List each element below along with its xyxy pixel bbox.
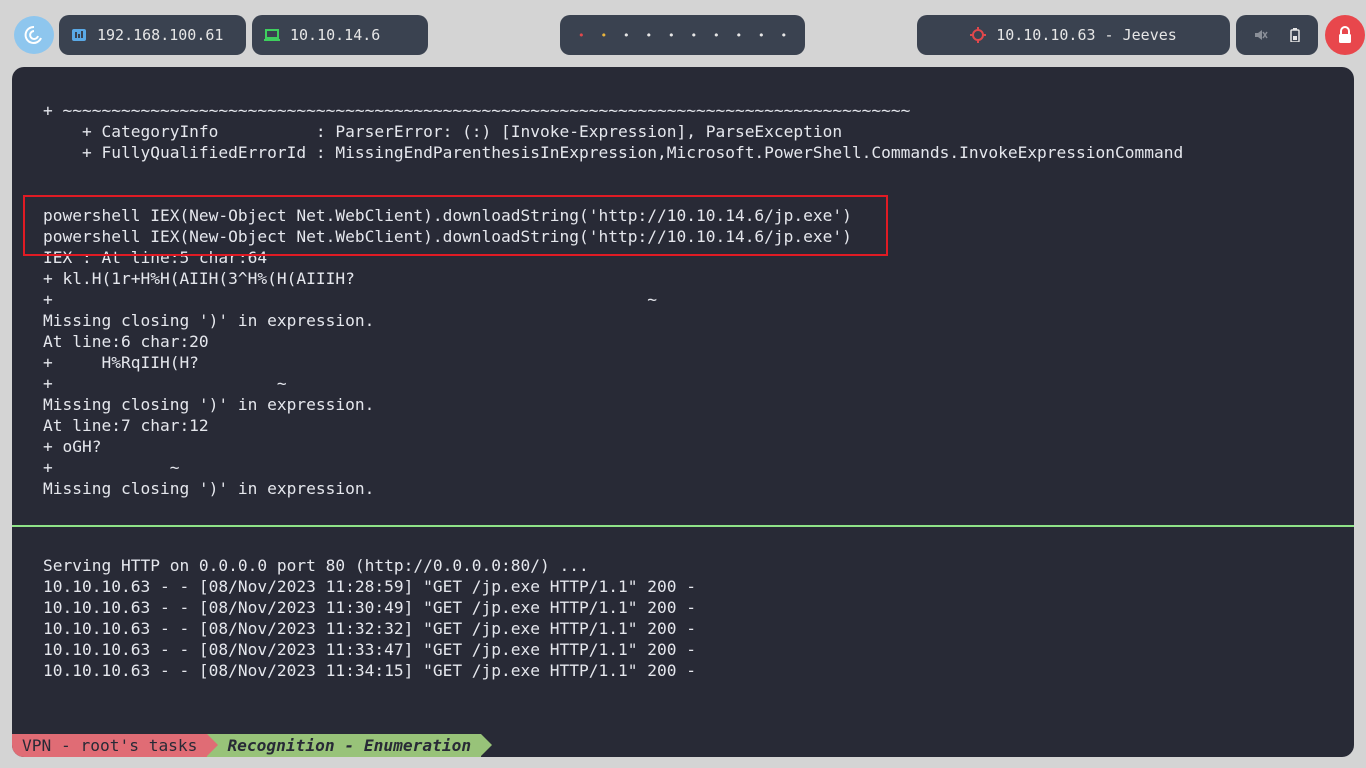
vpn-ip-widget[interactable]: 10.10.14.6 (252, 15, 428, 55)
terminal-line: 10.10.10.63 - - [08/Nov/2023 11:32:32] "… (43, 619, 696, 638)
laptop-icon (264, 29, 280, 41)
terminal-line: 10.10.10.63 - - [08/Nov/2023 11:30:49] "… (43, 598, 696, 617)
workspace-5[interactable]: • (660, 29, 683, 42)
terminal-line: Missing closing ')' in expression. (43, 395, 375, 414)
host-ip-widget[interactable]: 192.168.100.61 (59, 15, 246, 55)
terminal-line: + oGH? (43, 437, 102, 456)
workspace-4[interactable]: • (638, 29, 661, 42)
terminal-line: + FullyQualifiedErrorId : MissingEndPare… (43, 143, 1184, 162)
workspace-8[interactable]: • (728, 29, 751, 42)
terminal-line: 10.10.10.63 - - [08/Nov/2023 11:34:15] "… (43, 661, 696, 680)
workspace-switcher[interactable]: • • • • • • • • • • (560, 15, 805, 55)
vpn-ip-text: 10.10.14.6 (290, 26, 381, 44)
terminal-line: Missing closing ')' in expression. (43, 311, 375, 330)
highlight-box (23, 195, 888, 256)
workspace-7[interactable]: • (705, 29, 728, 42)
host-ip-text: 192.168.100.61 (97, 26, 224, 44)
terminal-line: 10.10.10.63 - - [08/Nov/2023 11:33:47] "… (43, 640, 696, 659)
terminal-line: Serving HTTP on 0.0.0.0 port 80 (http://… (43, 556, 589, 575)
terminal-line: + ~ (43, 374, 287, 393)
target-crosshair-icon (970, 27, 987, 43)
debian-icon (24, 25, 42, 44)
terminal-line: + ~ (43, 458, 180, 477)
terminal-line: + H%RqIIH(H? (43, 353, 199, 372)
terminal-line: + ~ (43, 290, 657, 309)
lock-icon (1339, 26, 1351, 43)
terminal-line: 10.10.10.63 - - [08/Nov/2023 11:28:59] "… (43, 577, 696, 596)
debian-menu-button[interactable] (14, 16, 54, 54)
system-tray[interactable] (1236, 15, 1318, 55)
top-bar: 192.168.100.61 10.10.14.6 • • • • • • • … (0, 0, 1366, 66)
workspace-2[interactable]: • (593, 29, 616, 42)
network-icon (72, 29, 86, 41)
terminal-line: At line:6 char:20 (43, 332, 209, 351)
workspace-6[interactable]: • (683, 29, 706, 42)
lock-button[interactable] (1325, 15, 1365, 55)
terminal-line: At line:7 char:12 (43, 416, 209, 435)
workspace-3[interactable]: • (615, 29, 638, 42)
workspace-9[interactable]: • (750, 29, 773, 42)
active-window-tab[interactable]: Recognition - Enumeration (207, 734, 492, 757)
target-text: 10.10.10.63 - Jeeves (996, 26, 1177, 44)
session-name[interactable]: VPN - root's tasks (12, 734, 219, 757)
battery-icon[interactable] (1290, 28, 1300, 42)
terminal-line: + ~~~~~~~~~~~~~~~~~~~~~~~~~~~~~~~~~~~~~~… (43, 101, 911, 120)
terminal-line: Missing closing ')' in expression. (43, 479, 375, 498)
target-widget[interactable]: 10.10.10.63 - Jeeves (917, 15, 1230, 55)
pane-divider[interactable] (12, 525, 1354, 527)
terminal-line: + kl.H(1r+H%H(AIIH(3^H%(H(AIIIH? (43, 269, 355, 288)
volume-muted-icon[interactable] (1254, 28, 1268, 42)
workspace-1[interactable]: • (570, 29, 593, 42)
terminal-window[interactable]: + ~~~~~~~~~~~~~~~~~~~~~~~~~~~~~~~~~~~~~~… (12, 67, 1354, 757)
tmux-status-bar: VPN - root's tasks Recognition - Enumera… (12, 734, 492, 757)
workspace-10[interactable]: • (773, 29, 796, 42)
terminal-line: + CategoryInfo : ParserError: (:) [Invok… (43, 122, 843, 141)
